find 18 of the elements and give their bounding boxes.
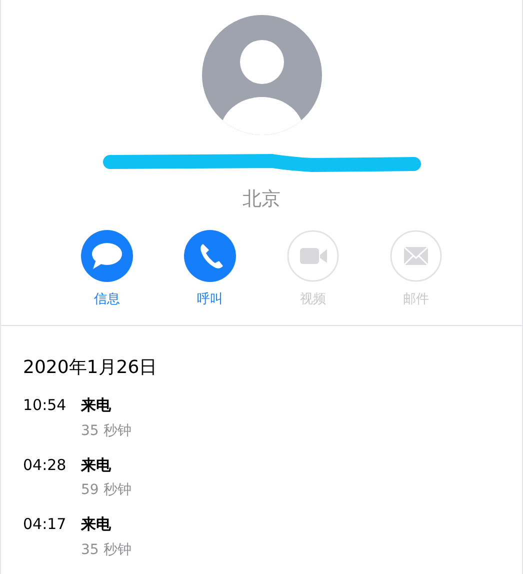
speech-bubble-icon xyxy=(81,230,133,282)
call-time: 04:17 xyxy=(23,514,68,535)
date-heading: 2020年1月26日 xyxy=(23,356,158,380)
call-time: 10:54 xyxy=(23,395,68,416)
call-duration: 35 秒钟 xyxy=(81,540,132,560)
call-type: 来电 xyxy=(81,514,111,535)
call-duration: 35 秒钟 xyxy=(81,422,132,440)
phone-icon xyxy=(184,230,236,282)
message-button[interactable]: 信息 xyxy=(80,230,134,308)
call-duration: 59 秒钟 xyxy=(81,481,132,500)
location-label: 北京 xyxy=(242,187,280,212)
avatar-icon xyxy=(202,15,322,135)
call-type: 来电 xyxy=(81,454,111,476)
video-camera-icon xyxy=(287,230,339,282)
call-time: 04:28 xyxy=(23,454,68,476)
envelope-icon xyxy=(390,230,442,282)
call-type: 来电 xyxy=(81,395,111,416)
call-button[interactable]: 呼叫 xyxy=(183,230,237,308)
